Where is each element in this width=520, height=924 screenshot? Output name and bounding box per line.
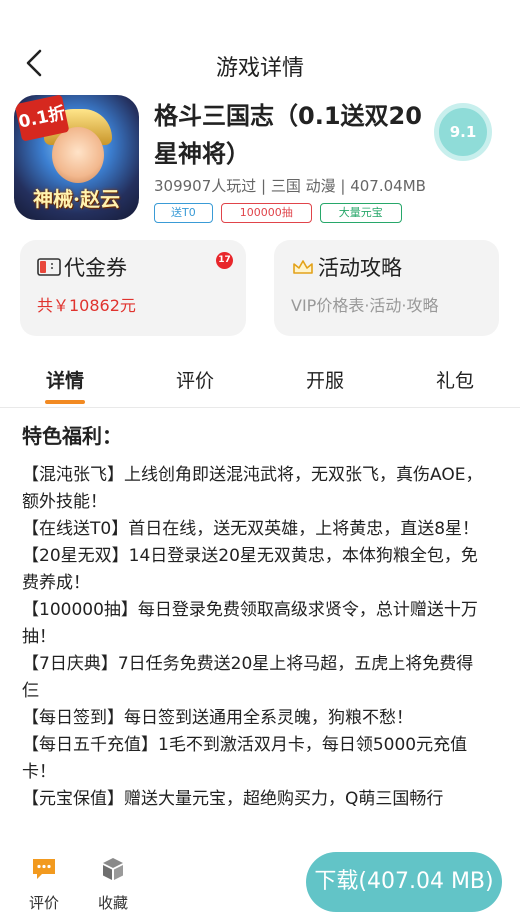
tab-server-open[interactable]: 开服 <box>306 366 344 393</box>
game-tags: 送T0 100000抽 大量元宝 <box>154 203 402 223</box>
details-content[interactable]: 特色福利： 【混沌张飞】上线创角即送混沌武将，无双张飞，真伤AOE，额外技能！ … <box>0 408 520 844</box>
header: 游戏详情 <box>0 0 520 90</box>
game-card: 0.1折 神械·赵云 格斗三国志（0.1送双20星神将） 9.1 309907人… <box>14 95 506 225</box>
benefits-list: 【混沌张飞】上线创角即送混沌武将，无双张飞，真伤AOE，额外技能！ 【在线送T0… <box>22 462 490 813</box>
section-title: 特色福利： <box>22 424 122 448</box>
comment-icon <box>33 859 55 879</box>
active-tab-indicator <box>45 400 85 404</box>
benefit-item: 【每日签到】每日签到送通用全系灵魄，狗粮不愁！ <box>22 708 413 728</box>
favorite-button[interactable]: 收藏 <box>88 856 138 913</box>
benefit-item: 【元宝保值】赠送大量元宝，超绝购买力，Q萌三国畅行 <box>22 789 444 809</box>
guide-title: 活动攻略 <box>318 256 402 280</box>
game-icon: 0.1折 神械·赵云 <box>14 95 139 220</box>
benefit-item: 【混沌张飞】上线创角即送混沌武将，无双张飞，真伤AOE，额外技能！ <box>22 465 483 512</box>
game-name: 格斗三国志（0.1送双20星神将） <box>154 102 422 168</box>
activity-guide-panel[interactable]: 活动攻略 VIP价格表·活动·攻略 <box>274 240 499 336</box>
benefit-item: 【100000抽】每日登录免费领取高级求贤令，总计赠送十万抽！ <box>22 600 478 647</box>
tab-bar: 详情 评价 开服 礼包 <box>0 352 520 408</box>
benefit-item: 【20星无双】14日登录送20星无双黄忠，本体狗粮全包，免费养成！ <box>22 546 478 593</box>
voucher-panel[interactable]: 代金券 17 共￥10862元 <box>20 240 246 336</box>
favorite-label: 收藏 <box>97 894 128 912</box>
voucher-icon <box>37 258 61 276</box>
tab-details[interactable]: 详情 <box>46 366 84 393</box>
hero-face-graphic <box>52 127 104 183</box>
box-icon <box>103 858 123 880</box>
review-label: 评价 <box>28 894 59 912</box>
download-button[interactable]: 下载(407.04 MB) <box>306 852 502 912</box>
tag: 100000抽 <box>220 203 312 223</box>
benefit-item: 【每日五千充值】1毛不到激活双月卡，每日领5000元充值卡！ <box>22 735 468 782</box>
benefit-item: 【7日庆典】7日任务免费送20星上将马超，五虎上将免费得仨 <box>22 654 474 701</box>
score-badge: 9.1 <box>434 103 492 161</box>
tab-reviews[interactable]: 评价 <box>176 366 214 393</box>
voucher-amount: 共￥10862元 <box>37 296 136 315</box>
tab-gift-packs[interactable]: 礼包 <box>436 366 474 393</box>
page-title: 游戏详情 <box>215 56 304 81</box>
guide-subtitle: VIP价格表·活动·攻略 <box>291 296 439 315</box>
voucher-title: 代金券 <box>64 256 127 280</box>
benefit-item: 【在线送T0】首日在线，送无双英雄，上将黄忠，直送8星！ <box>22 519 480 539</box>
game-meta: 309907人玩过 | 三国 动漫 | 407.04MB <box>154 177 426 195</box>
tag: 大量元宝 <box>319 203 402 223</box>
review-button[interactable]: 评价 <box>19 856 69 913</box>
crown-icon <box>293 260 313 274</box>
bottom-action-bar: 评价 收藏 下载(407.04 MB) <box>0 844 520 924</box>
notification-badge: 17 <box>216 252 233 269</box>
game-logo-text: 神械·赵云 <box>33 187 120 211</box>
tag: 送T0 <box>154 203 213 223</box>
